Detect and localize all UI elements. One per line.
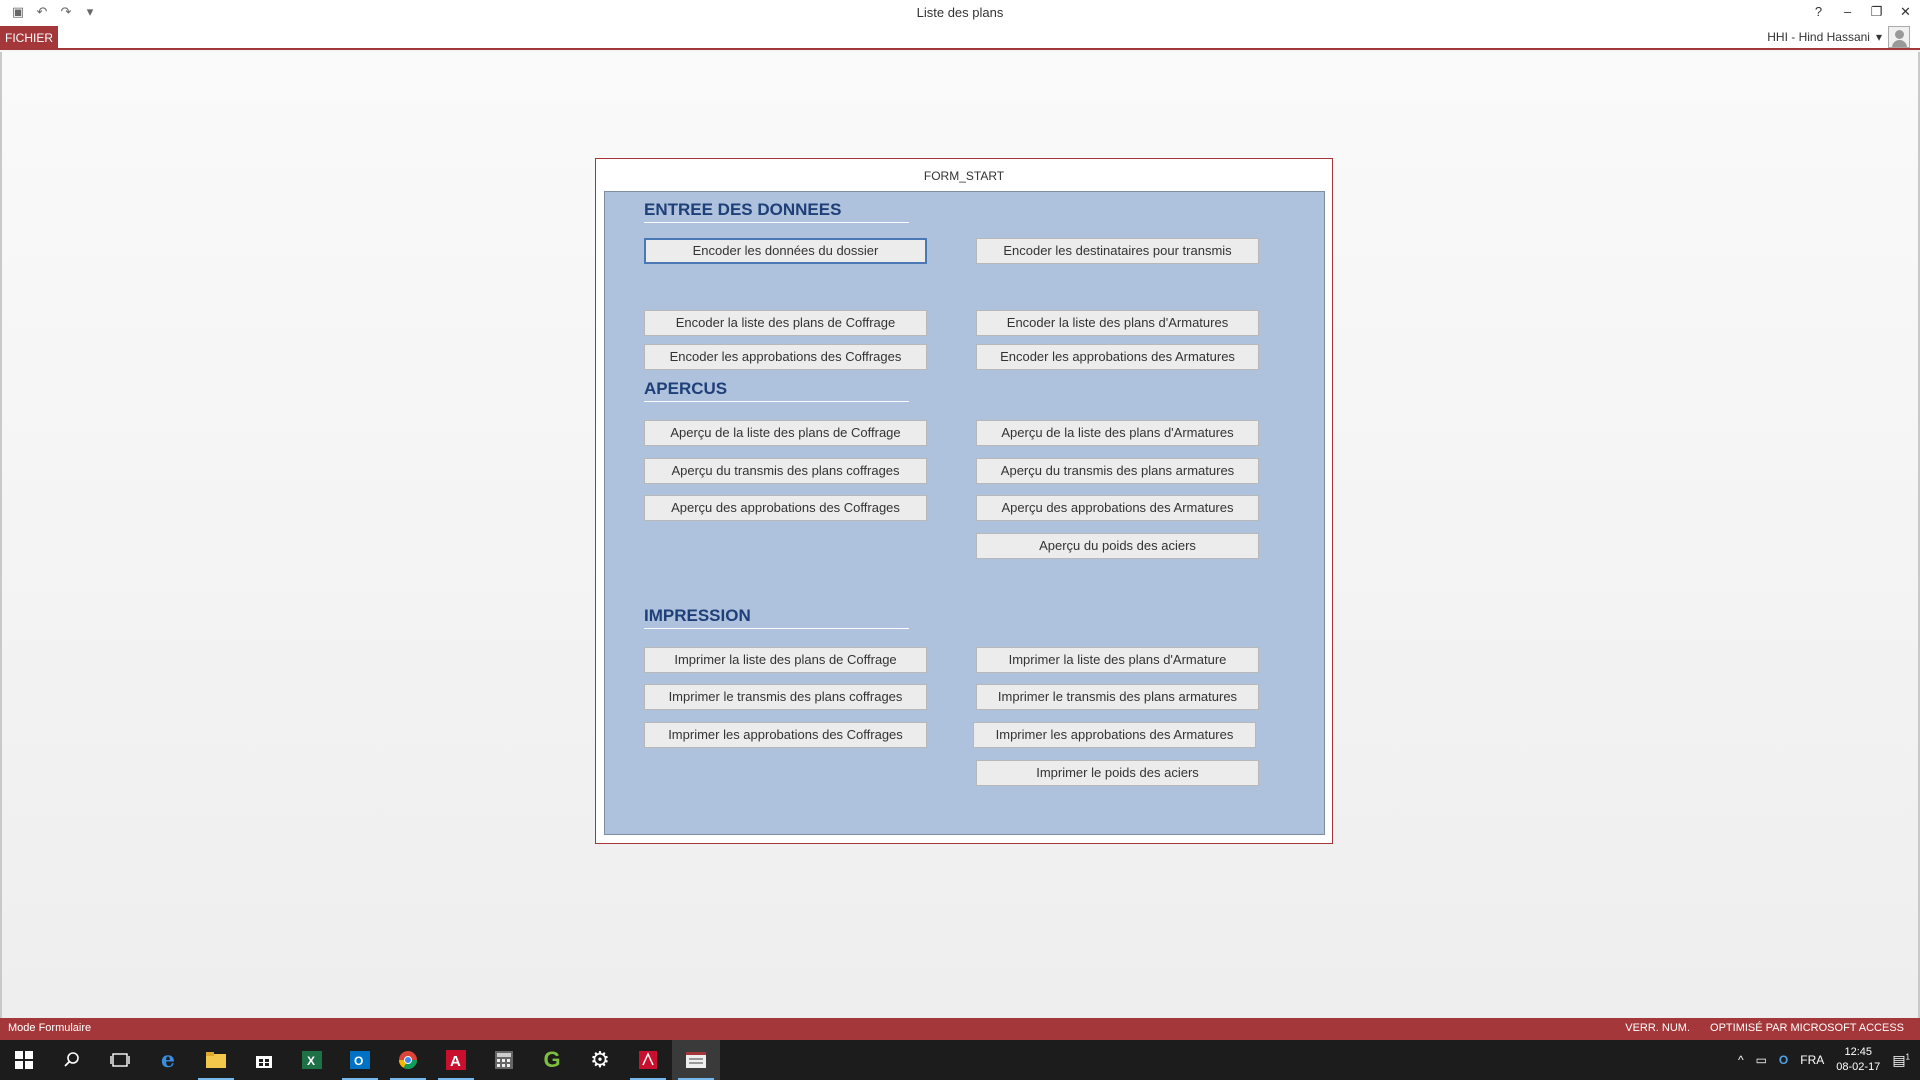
chevron-up-icon[interactable]: ^	[1738, 1053, 1744, 1067]
apercu-liste-armatures-button[interactable]: Aperçu de la liste des plans d'Armatures	[976, 420, 1259, 446]
calculator-icon[interactable]	[480, 1040, 528, 1080]
status-bar: Mode Formulaire VERR. NUM. OPTIMISÉ PAR …	[0, 1018, 1920, 1040]
form-detail: ENTREE DES DONNEES Encoder les données d…	[604, 191, 1325, 835]
restore-button[interactable]: ❐	[1862, 0, 1891, 24]
svg-text:X: X	[307, 1054, 315, 1068]
window-title: Liste des plans	[916, 5, 1004, 20]
apercu-transmis-coffrages-button[interactable]: Aperçu du transmis des plans coffrages	[644, 458, 927, 484]
close-button[interactable]: ✕	[1891, 0, 1920, 24]
system-tray: ^ ▭ O FRA 12:45 08-02-17 ▤1	[1738, 1040, 1920, 1080]
avatar[interactable]	[1888, 26, 1910, 48]
notification-center-icon[interactable]: ▤1	[1892, 1052, 1910, 1069]
access-app-icon[interactable]: ▣	[10, 4, 26, 20]
quick-access-toolbar: ▣ ↶ ↷ ▾	[0, 0, 98, 24]
ribbon-bar: FICHIER HHI - Hind Hassani ▾	[0, 24, 1920, 50]
excel-icon[interactable]: X	[288, 1040, 336, 1080]
imprimer-poids-aciers-button[interactable]: Imprimer le poids des aciers	[976, 760, 1259, 786]
encoder-dossier-button[interactable]: Encoder les données du dossier	[644, 238, 927, 264]
user-name: HHI - Hind Hassani	[1767, 30, 1870, 44]
apercu-transmis-armatures-button[interactable]: Aperçu du transmis des plans armatures	[976, 458, 1259, 484]
settings-gear-icon[interactable]: ⚙	[576, 1040, 624, 1080]
encoder-liste-coffrage-button[interactable]: Encoder la liste des plans de Coffrage	[644, 310, 927, 336]
access-app-taskbar-icon[interactable]	[672, 1040, 720, 1080]
apercu-poids-aciers-button[interactable]: Aperçu du poids des aciers	[976, 533, 1259, 559]
file-explorer-icon[interactable]	[192, 1040, 240, 1080]
start-windows-icon[interactable]	[0, 1040, 48, 1080]
numlock-indicator: VERR. NUM.	[1625, 1022, 1691, 1034]
chrome-icon[interactable]	[384, 1040, 432, 1080]
customize-qat-icon[interactable]: ▾	[82, 4, 98, 20]
redo-icon[interactable]: ↷	[58, 4, 74, 20]
network-icon[interactable]: ▭	[1756, 1053, 1767, 1067]
pdf-reader-icon[interactable]	[624, 1040, 672, 1080]
language-indicator[interactable]: FRA	[1800, 1053, 1824, 1067]
svg-text:O: O	[354, 1054, 363, 1068]
optimized-by-label: OPTIMISÉ PAR MICROSOFT ACCESS	[1710, 1022, 1904, 1034]
encoder-approbations-armatures-button[interactable]: Encoder les approbations des Armatures	[976, 344, 1259, 370]
clock-date: 08-02-17	[1836, 1061, 1881, 1073]
title-bar: ▣ ↶ ↷ ▾ Liste des plans ? – ❐ ✕	[0, 0, 1920, 24]
acrobat-icon[interactable]: A	[432, 1040, 480, 1080]
section-impression: IMPRESSION	[644, 606, 909, 629]
search-icon[interactable]	[48, 1040, 96, 1080]
encoder-destinataires-button[interactable]: Encoder les destinataires pour transmis	[976, 238, 1259, 264]
imprimer-approbations-armatures-button[interactable]: Imprimer les approbations des Armatures	[973, 722, 1256, 748]
section-entree-des-donnees: ENTREE DES DONNEES	[644, 200, 909, 223]
outlook-tray-icon[interactable]: O	[1779, 1053, 1788, 1067]
form-start-window: FORM_START ENTREE DES DONNEES Encoder le…	[595, 158, 1333, 844]
chevron-down-icon[interactable]: ▾	[1876, 30, 1882, 44]
clock-time: 12:45	[1844, 1046, 1873, 1058]
encoder-approbations-coffrages-button[interactable]: Encoder les approbations des Coffrages	[644, 344, 927, 370]
outlook-icon[interactable]: O	[336, 1040, 384, 1080]
help-button[interactable]: ?	[1804, 0, 1833, 24]
task-view-icon[interactable]	[96, 1040, 144, 1080]
svg-text:A: A	[450, 1053, 461, 1070]
greenshot-icon[interactable]: G	[528, 1040, 576, 1080]
form-title: FORM_START	[923, 169, 1005, 183]
imprimer-transmis-coffrages-button[interactable]: Imprimer le transmis des plans coffrages	[644, 684, 927, 710]
notification-count: 1	[1905, 1051, 1910, 1061]
apercu-liste-coffrage-button[interactable]: Aperçu de la liste des plans de Coffrage	[644, 420, 927, 446]
undo-icon[interactable]: ↶	[34, 4, 50, 20]
apercu-approbations-coffrages-button[interactable]: Aperçu des approbations des Coffrages	[644, 495, 927, 521]
clock[interactable]: 12:45 08-02-17	[1836, 1045, 1880, 1075]
imprimer-transmis-armatures-button[interactable]: Imprimer le transmis des plans armatures	[976, 684, 1259, 710]
apercu-approbations-armatures-button[interactable]: Aperçu des approbations des Armatures	[976, 495, 1259, 521]
section-apercus: APERCUS	[644, 379, 909, 402]
taskbar: e X O A G ⚙ ^ ▭ O FRA 12:45 08-02-17 ▤1	[0, 1040, 1920, 1080]
encoder-liste-armatures-button[interactable]: Encoder la liste des plans d'Armatures	[976, 310, 1259, 336]
view-mode: Mode Formulaire	[8, 1022, 92, 1034]
imprimer-liste-armature-button[interactable]: Imprimer la liste des plans d'Armature	[976, 647, 1259, 673]
window-controls: ? – ❐ ✕	[1804, 0, 1920, 24]
file-tab[interactable]: FICHIER	[0, 26, 58, 50]
minimize-button[interactable]: –	[1833, 0, 1862, 24]
imprimer-approbations-coffrages-button[interactable]: Imprimer les approbations des Coffrages	[644, 722, 927, 748]
edge-browser-icon[interactable]: e	[144, 1040, 192, 1080]
workspace: FORM_START ENTREE DES DONNEES Encoder le…	[0, 52, 1920, 1018]
store-icon[interactable]	[240, 1040, 288, 1080]
user-account[interactable]: HHI - Hind Hassani ▾	[1767, 26, 1910, 48]
imprimer-liste-coffrage-button[interactable]: Imprimer la liste des plans de Coffrage	[644, 647, 927, 673]
